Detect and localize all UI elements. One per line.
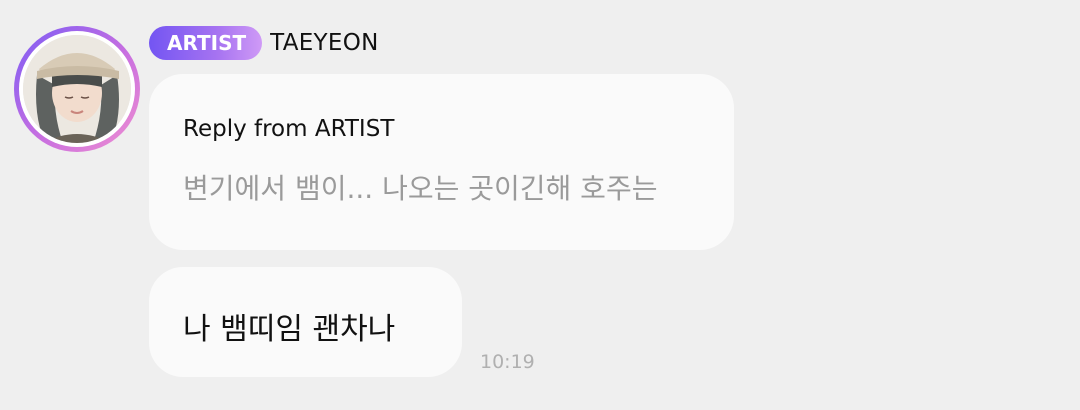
sender-name[interactable]: TAEYEON — [270, 30, 379, 56]
message-timestamp: 10:19 — [480, 351, 535, 373]
message-header: ARTIST TAEYEON — [149, 26, 379, 60]
avatar-border — [19, 31, 135, 147]
reply-bubble[interactable]: Reply from ARTIST 변기에서 뱀이... 나오는 곳이긴해 호주… — [149, 74, 734, 250]
artist-badge: ARTIST — [149, 26, 263, 60]
avatar-photo — [23, 35, 131, 143]
quoted-message-text: 변기에서 뱀이... 나오는 곳이긴해 호주는 — [183, 172, 658, 205]
profile-photo-icon — [23, 35, 131, 143]
message-text: 나 뱀띠임 괜차나 — [183, 312, 396, 347]
avatar[interactable] — [14, 26, 140, 152]
message-bubble[interactable]: 나 뱀띠임 괜차나 — [149, 267, 462, 377]
reply-label: Reply from ARTIST — [183, 116, 395, 142]
